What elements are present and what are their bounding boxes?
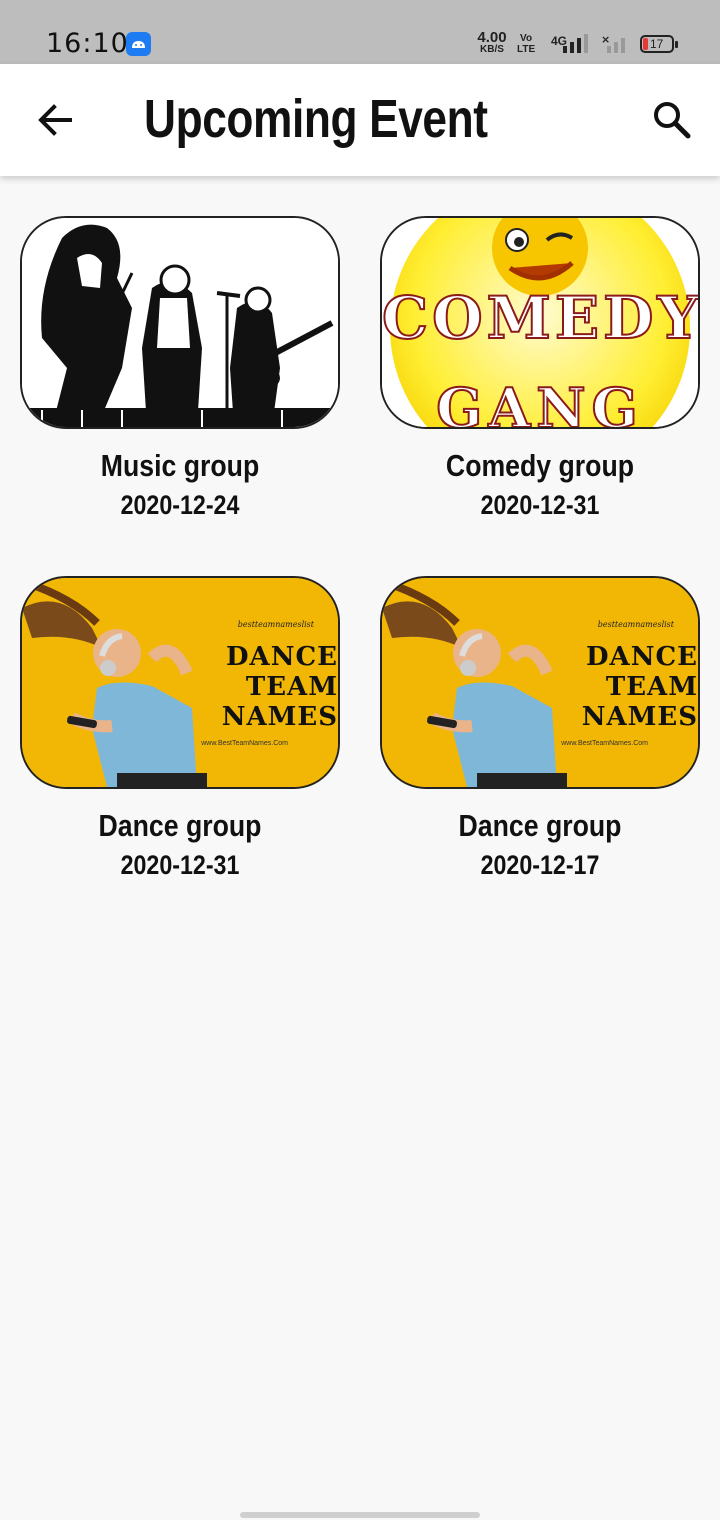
event-image-dance: bestteamnameslist DANCE TEAM NAMES www.B… xyxy=(380,576,700,789)
search-icon xyxy=(654,102,691,139)
dance-banner-tag: bestteamnameslist xyxy=(597,620,674,629)
arrow-back-icon xyxy=(38,104,72,136)
comedy-banner-title: COMEDY xyxy=(382,283,700,353)
event-name: Dance group xyxy=(458,808,622,843)
dance-banner-title: DANCE TEAM NAMES xyxy=(221,642,338,732)
event-name: Music group xyxy=(100,448,260,483)
dance-banner-title: DANCE TEAM NAMES xyxy=(581,642,698,732)
event-name: Comedy group xyxy=(445,448,635,483)
dance-banner-url: www.BestTeamNames.Com xyxy=(201,740,288,747)
event-image-music xyxy=(20,216,340,429)
battery-icon: 17 xyxy=(640,35,678,53)
event-date: 2020-12-31 xyxy=(480,490,600,520)
event-card[interactable]: Music group 2020-12-24 xyxy=(20,176,340,520)
dance-banner-tag: bestteamnameslist xyxy=(237,620,314,629)
event-card[interactable]: COMEDY GANG Comedy group 2020-12-31 xyxy=(380,176,700,520)
page-title: Upcoming Event xyxy=(144,89,488,149)
event-image-comedy: COMEDY GANG xyxy=(380,216,700,429)
network-speed: 4.00 KB/S xyxy=(477,29,507,55)
event-image-dance: bestteamnameslist DANCE TEAM NAMES www.B… xyxy=(20,576,340,789)
app-bar: Upcoming Event xyxy=(0,64,720,176)
back-button[interactable] xyxy=(32,94,80,146)
event-name: Dance group xyxy=(98,808,262,843)
search-button[interactable] xyxy=(646,94,698,146)
android-app-icon xyxy=(126,32,151,56)
status-time: 16:10 xyxy=(46,28,129,59)
event-date: 2020-12-17 xyxy=(480,850,600,880)
dance-banner-url: www.BestTeamNames.Com xyxy=(561,740,648,747)
event-date: 2020-12-24 xyxy=(120,490,240,520)
no-signal-icon: × xyxy=(601,34,625,53)
status-bar: 16:10 4.00 KB/S Vo LTE 4G × 17 xyxy=(0,0,720,64)
home-indicator[interactable] xyxy=(240,1512,480,1518)
event-card[interactable]: bestteamnameslist DANCE TEAM NAMES www.B… xyxy=(20,536,340,880)
volte-indicator: Vo LTE xyxy=(517,33,536,55)
signal-icon xyxy=(563,34,588,53)
event-date: 2020-12-31 xyxy=(120,850,240,880)
svg-text:×: × xyxy=(601,34,610,46)
comedy-banner-subtitle: GANG xyxy=(435,375,644,429)
event-card[interactable]: bestteamnameslist DANCE TEAM NAMES www.B… xyxy=(380,536,700,880)
